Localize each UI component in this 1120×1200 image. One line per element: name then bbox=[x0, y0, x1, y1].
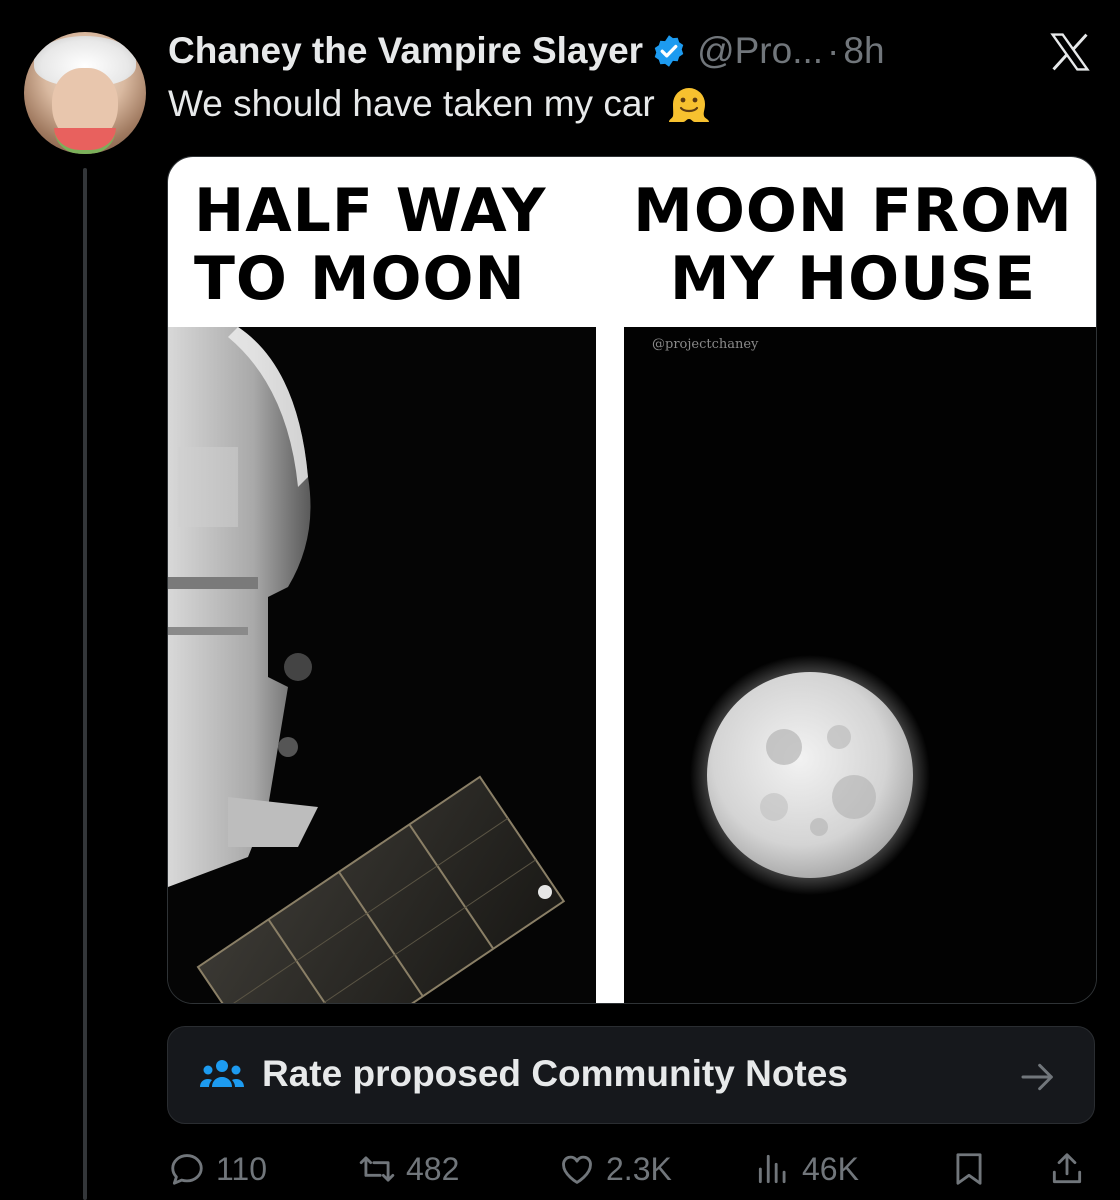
author-name[interactable]: Chaney the Vampire Slayer bbox=[168, 30, 643, 72]
tweet-header: Chaney the Vampire Slayer @Pro... · 8h bbox=[168, 28, 885, 74]
tweet-actions: 110 482 2.3K 46K bbox=[168, 1146, 1092, 1192]
meme-header: HALF WAY TO MOON MOON FROM MY HOUSE bbox=[168, 157, 1096, 327]
like-count: 2.3K bbox=[606, 1150, 672, 1187]
community-notes-button[interactable]: Rate proposed Community Notes bbox=[167, 1026, 1095, 1124]
meme-title-left: HALF WAY TO MOON bbox=[194, 176, 547, 314]
views-button[interactable]: 46K bbox=[754, 1146, 859, 1192]
full-moon-illustration bbox=[690, 655, 930, 895]
bookmark-icon bbox=[956, 1153, 982, 1185]
tweet-time[interactable]: 8h bbox=[843, 30, 884, 72]
like-button[interactable]: 2.3K bbox=[558, 1146, 672, 1192]
views-icon bbox=[758, 1154, 786, 1184]
meme-divider bbox=[596, 327, 624, 1003]
reply-button[interactable]: 110 bbox=[168, 1146, 267, 1192]
repost-button[interactable]: 482 bbox=[358, 1146, 459, 1192]
arrow-right-icon bbox=[1021, 1063, 1053, 1091]
views-count: 46K bbox=[802, 1150, 859, 1187]
melting-face-emoji bbox=[668, 88, 709, 122]
tweet-media[interactable]: HALF WAY TO MOON MOON FROM MY HOUSE @pro… bbox=[167, 156, 1097, 1004]
header-separator: · bbox=[827, 30, 840, 71]
meme-watermark: @projectchaney bbox=[652, 337, 759, 352]
spacecraft-illustration bbox=[168, 327, 566, 1003]
bookmark-button[interactable] bbox=[950, 1146, 998, 1192]
verified-badge-icon bbox=[654, 35, 684, 67]
thread-line bbox=[83, 168, 87, 1200]
repost-icon bbox=[359, 1156, 395, 1182]
avatar[interactable] bbox=[24, 32, 146, 154]
avatar-watermelon bbox=[54, 128, 116, 154]
x-logo-icon bbox=[1050, 33, 1090, 71]
meme-title-right: MOON FROM MY HOUSE bbox=[633, 176, 1073, 314]
moon-photo: @projectchaney bbox=[624, 327, 1096, 1003]
repost-count: 482 bbox=[406, 1150, 460, 1187]
tweet-text: We should have taken my car bbox=[168, 82, 711, 126]
share-icon bbox=[1052, 1153, 1082, 1184]
heart-icon bbox=[562, 1155, 592, 1184]
spacecraft-photo bbox=[168, 327, 596, 1003]
share-button[interactable] bbox=[1048, 1146, 1096, 1192]
community-notes-label: Rate proposed Community Notes bbox=[262, 1053, 848, 1094]
reply-icon bbox=[171, 1154, 203, 1185]
community-icon bbox=[200, 1060, 244, 1087]
tweet-text-content: We should have taken my car bbox=[168, 83, 655, 124]
author-handle[interactable]: @Pro... bbox=[697, 30, 823, 72]
reply-count: 110 bbox=[216, 1150, 268, 1187]
